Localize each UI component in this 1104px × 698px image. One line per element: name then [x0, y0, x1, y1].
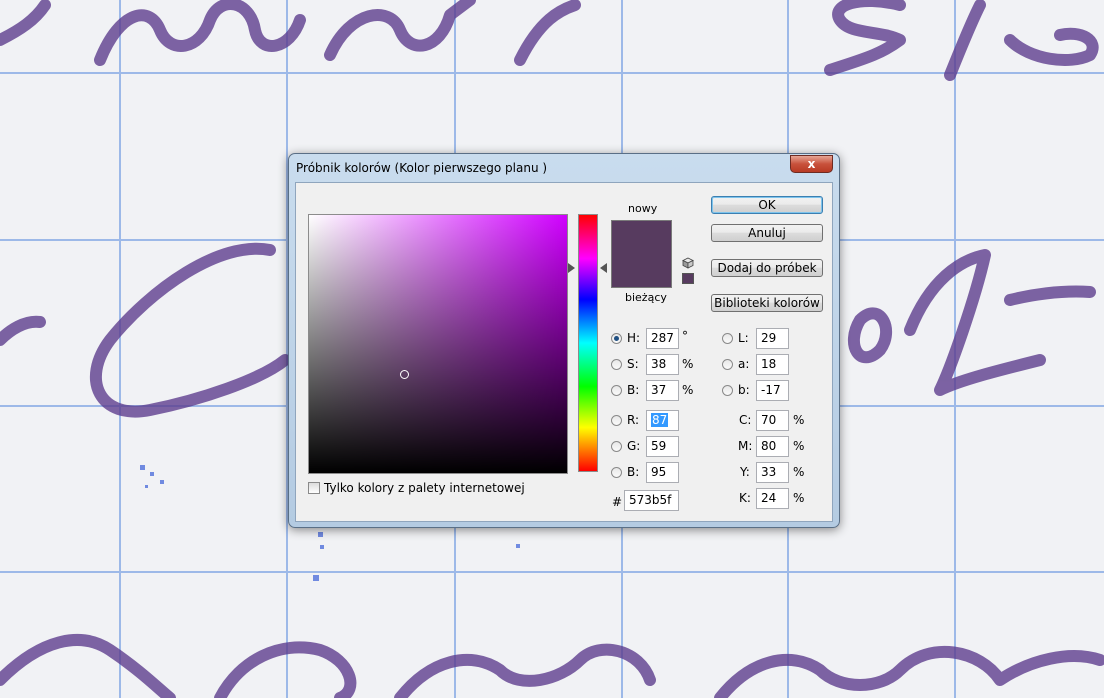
cyan-unit: %	[793, 413, 805, 427]
magenta-input[interactable]: 80	[756, 436, 789, 457]
saturation-unit: %	[682, 357, 694, 371]
lab-a-input[interactable]: 18	[756, 354, 789, 375]
dialog-body: nowy bieżący OK Anuluj Dodaj do próbek B…	[295, 182, 833, 522]
yellow-label: Y:	[740, 465, 750, 479]
lab-a-label: a:	[738, 357, 750, 371]
cyan-input[interactable]: 70	[756, 410, 789, 431]
new-color-label: nowy	[628, 202, 658, 215]
cyan-label: C:	[739, 413, 752, 427]
saturation-radio[interactable]	[611, 359, 622, 370]
green-input[interactable]: 59	[646, 436, 679, 457]
web-colors-only-checkbox[interactable]	[308, 482, 320, 494]
brightness-input[interactable]: 37	[646, 380, 679, 401]
black-unit: %	[793, 491, 805, 505]
cancel-button[interactable]: Anuluj	[711, 224, 823, 242]
green-radio[interactable]	[611, 441, 622, 452]
green-label: G:	[627, 439, 641, 453]
dialog-title: Próbnik kolorów (Kolor pierwszego planu …	[296, 161, 548, 175]
red-label: R:	[627, 413, 640, 427]
hue-slider[interactable]	[578, 214, 598, 472]
blue-radio[interactable]	[611, 467, 622, 478]
magenta-label: M:	[738, 439, 753, 453]
out-of-gamut-cube-icon[interactable]	[682, 257, 694, 269]
saturation-input[interactable]: 38	[646, 354, 679, 375]
black-label: K:	[739, 491, 751, 505]
color-field-marker[interactable]	[400, 370, 409, 379]
yellow-input[interactable]: 33	[756, 462, 789, 483]
add-to-swatches-button[interactable]: Dodaj do próbek	[711, 259, 823, 277]
lab-b-label: b:	[738, 383, 750, 397]
hue-slider-handle-right[interactable]	[600, 263, 607, 273]
brightness-unit: %	[682, 383, 694, 397]
web-safe-color-swatch[interactable]	[682, 273, 694, 284]
blue-input[interactable]: 95	[646, 462, 679, 483]
blue-label: B:	[627, 465, 640, 479]
ok-button[interactable]: OK	[711, 196, 823, 214]
hue-slider-handle-left[interactable]	[568, 263, 575, 273]
hue-unit: °	[682, 329, 688, 343]
hex-label: #	[612, 495, 623, 509]
color-preview-swatch	[611, 220, 672, 288]
current-color-swatch[interactable]	[612, 254, 671, 287]
dialog-titlebar[interactable]: Próbnik kolorów (Kolor pierwszego planu …	[289, 154, 839, 182]
red-input[interactable]: 87	[646, 410, 679, 431]
lightness-label: L:	[738, 331, 749, 345]
brightness-radio[interactable]	[611, 385, 622, 396]
hue-input[interactable]: 287	[646, 328, 679, 349]
saturation-label: S:	[627, 357, 639, 371]
hex-input[interactable]: 573b5f	[624, 490, 679, 511]
web-colors-only-label[interactable]: Tylko kolory z palety internetowej	[324, 481, 525, 495]
saturation-brightness-field[interactable]	[308, 214, 568, 474]
hue-label: H:	[627, 331, 641, 345]
brightness-label: B:	[627, 383, 640, 397]
close-icon: x	[807, 157, 816, 171]
close-button[interactable]: x	[790, 155, 833, 173]
hue-radio[interactable]	[611, 333, 622, 344]
lightness-input[interactable]: 29	[756, 328, 789, 349]
lab-a-radio[interactable]	[722, 359, 733, 370]
red-radio[interactable]	[611, 415, 622, 426]
color-picker-dialog: Próbnik kolorów (Kolor pierwszego planu …	[288, 153, 840, 528]
black-input[interactable]: 24	[756, 488, 789, 509]
magenta-unit: %	[793, 439, 805, 453]
red-input-value: 87	[651, 413, 669, 427]
new-color-swatch	[612, 221, 671, 254]
color-libraries-button[interactable]: Biblioteki kolorów	[711, 294, 823, 312]
lab-b-input[interactable]: -17	[756, 380, 789, 401]
lab-b-radio[interactable]	[722, 385, 733, 396]
yellow-unit: %	[793, 465, 805, 479]
lightness-radio[interactable]	[722, 333, 733, 344]
current-color-label: bieżący	[625, 291, 667, 304]
